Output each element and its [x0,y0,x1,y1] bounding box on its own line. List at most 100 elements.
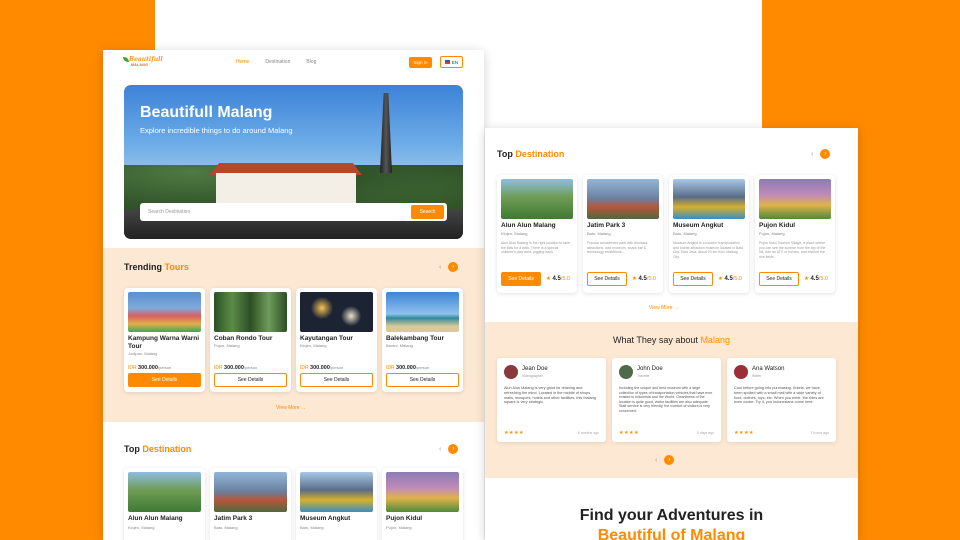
destination-description: Pujon Kidul Tourism Village, a place whe… [759,241,826,259]
currency: IDR [386,365,395,371]
chevron-left-icon[interactable]: ‹ [439,264,441,271]
flag-icon [444,60,450,64]
see-details-button[interactable]: See Details [386,373,459,387]
destination-location: Batu, Malang [673,231,697,236]
chevron-right-icon[interactable]: › [448,444,459,454]
heading-highlight: Beautiful of Malang [597,527,746,540]
rating-value: 4.5 [724,276,733,282]
destination-image [214,472,287,512]
title-part: Top [497,149,513,159]
destination-name: Museum Angkut [300,515,351,522]
destination-image [759,179,831,219]
review-text: Cool before going into purchasing, ticke… [734,386,824,405]
carousel-arrows: ‹ › [655,455,675,465]
currency: IDR [300,365,309,371]
title-part: What They say about [613,335,698,345]
destination-card[interactable]: Pujon Kidul Pujon, Malang [382,468,463,540]
hero-building [216,173,356,203]
destination-location: Batu, Malang [300,525,324,530]
tour-name: Kampung Warna Warni Tour [128,335,200,350]
see-details-button[interactable]: See Details [501,272,541,286]
see-details-button[interactable]: See Details [759,272,799,286]
review-text: Alun Alun Malang is very good for relaxi… [504,386,596,405]
destination-description: Popular amusement park with dinosaur att… [587,241,648,254]
section-title: Top Destination [124,444,191,454]
nav-blog[interactable]: Blog [306,59,316,65]
destination-location: Batu, Malang [587,231,611,236]
chevron-right-icon[interactable]: › [664,455,675,465]
destination-image [673,179,745,219]
see-details-button[interactable]: See Details [673,272,713,286]
destination-image [300,472,373,512]
view-more-link[interactable]: View More → [649,305,679,311]
destination-card[interactable]: Museum Angkut Batu, Malang [296,468,377,540]
tour-card[interactable]: Balekambang Tour Bantur, Malang IDR 300.… [382,288,463,392]
chevron-left-icon[interactable]: ‹ [439,446,441,453]
see-details-button[interactable]: See Details [300,373,373,387]
star-rating: ★★★★ [734,430,754,436]
tour-price: IDR 300.000/person [128,365,171,371]
tour-image [214,292,287,332]
tour-card[interactable]: Coban Rondo Tour Pujon, Malang IDR 300.0… [210,288,291,392]
tour-card[interactable]: Kayutangan Tour Klojen, Malang IDR 300.0… [296,288,377,392]
destination-card[interactable]: Jatim Park 3 Batu, Malang Popular amusem… [583,175,663,293]
price-unit: /person [157,365,172,370]
search-bar[interactable]: Search Destination Search [140,203,447,221]
price-unit: /person [415,365,430,370]
price-value: 300.000 [396,365,416,371]
see-details-button[interactable]: See Details [128,373,201,387]
section-title: What They say about Malang [485,335,858,345]
destination-image [386,472,459,512]
language-selector[interactable]: EN [440,56,463,68]
title-part: Top [124,444,140,454]
review-time: 5 days ago [696,431,714,435]
rating-max: /5.0 [732,276,742,282]
chevron-left-icon[interactable]: ‹ [655,457,657,464]
chevron-right-icon[interactable]: › [448,262,459,272]
rating: ★ 4.5/5.0 [632,276,656,282]
destination-card[interactable]: Pujon Kidul Pujon, Malang Pujon Kidul To… [755,175,835,293]
destination-name: Pujon Kidul [386,515,423,522]
tour-name: Coban Rondo Tour [214,335,273,342]
destination-location: Pujon, Malang [759,231,785,236]
destination-description: Museum Angkut is a modern transportation… [673,241,744,259]
tour-location: Klojen, Malang [300,343,327,348]
tour-image [128,292,201,332]
reviewer-name: Jean Doe [522,366,548,372]
nav-destination[interactable]: Destination [265,59,290,65]
title-highlight: Destination [515,149,565,159]
destination-card[interactable]: Alun Alun Malang Klojen, Malang [124,468,205,540]
search-button[interactable]: Search [411,205,444,219]
currency: IDR [128,365,137,371]
star-rating: ★★★★ [619,430,639,436]
destination-card[interactable]: Alun Alun Malang Klojen, Malang Alun Alu… [497,175,577,293]
hero-subtitle: Explore incredible things to do around M… [140,126,293,135]
chevron-left-icon[interactable]: ‹ [811,151,813,158]
destination-page-mockup: Top Destination ‹ › Alun Alun Malang Klo… [485,128,858,540]
price-value: 300.000 [138,365,158,371]
avatar [504,365,518,379]
sign-in-button[interactable]: Sign In [409,57,432,68]
reviewer-role: Videographer [522,374,543,378]
nav-links: Home Destination Blog [236,59,316,65]
testimonial-card: Jean Doe Videographer Alun Alun Malang i… [497,358,606,442]
see-details-button[interactable]: See Details [587,272,627,286]
review-time: 7 hours ago [810,431,830,435]
rating: ★ 4.5/5.0 [546,276,570,282]
see-details-button[interactable]: See Details [214,373,287,387]
rating-max: /5.0 [818,276,828,282]
destination-card[interactable]: Museum Angkut Batu, Malang Museum Angkut… [669,175,749,293]
reviewer-role: Traveler [637,374,650,378]
nav-home[interactable]: Home [236,59,249,65]
review-time: 6 months ago [577,431,599,435]
logo[interactable]: Beautifull MALANG [123,56,163,70]
view-more-link[interactable]: View More → [276,405,306,411]
tour-location: Pujon, Malang [214,343,240,348]
destination-card[interactable]: Jatim Park 3 Batu, Malang [210,468,291,540]
price-unit: /person [329,365,344,370]
adventure-heading: Find your Adventures in Beautiful of Mal… [485,506,858,540]
tour-image [386,292,459,332]
chevron-right-icon[interactable]: › [820,149,831,159]
search-input[interactable]: Search Destination [148,209,190,215]
tour-card[interactable]: Kampung Warna Warni Tour Jodipan, Malang… [124,288,205,392]
